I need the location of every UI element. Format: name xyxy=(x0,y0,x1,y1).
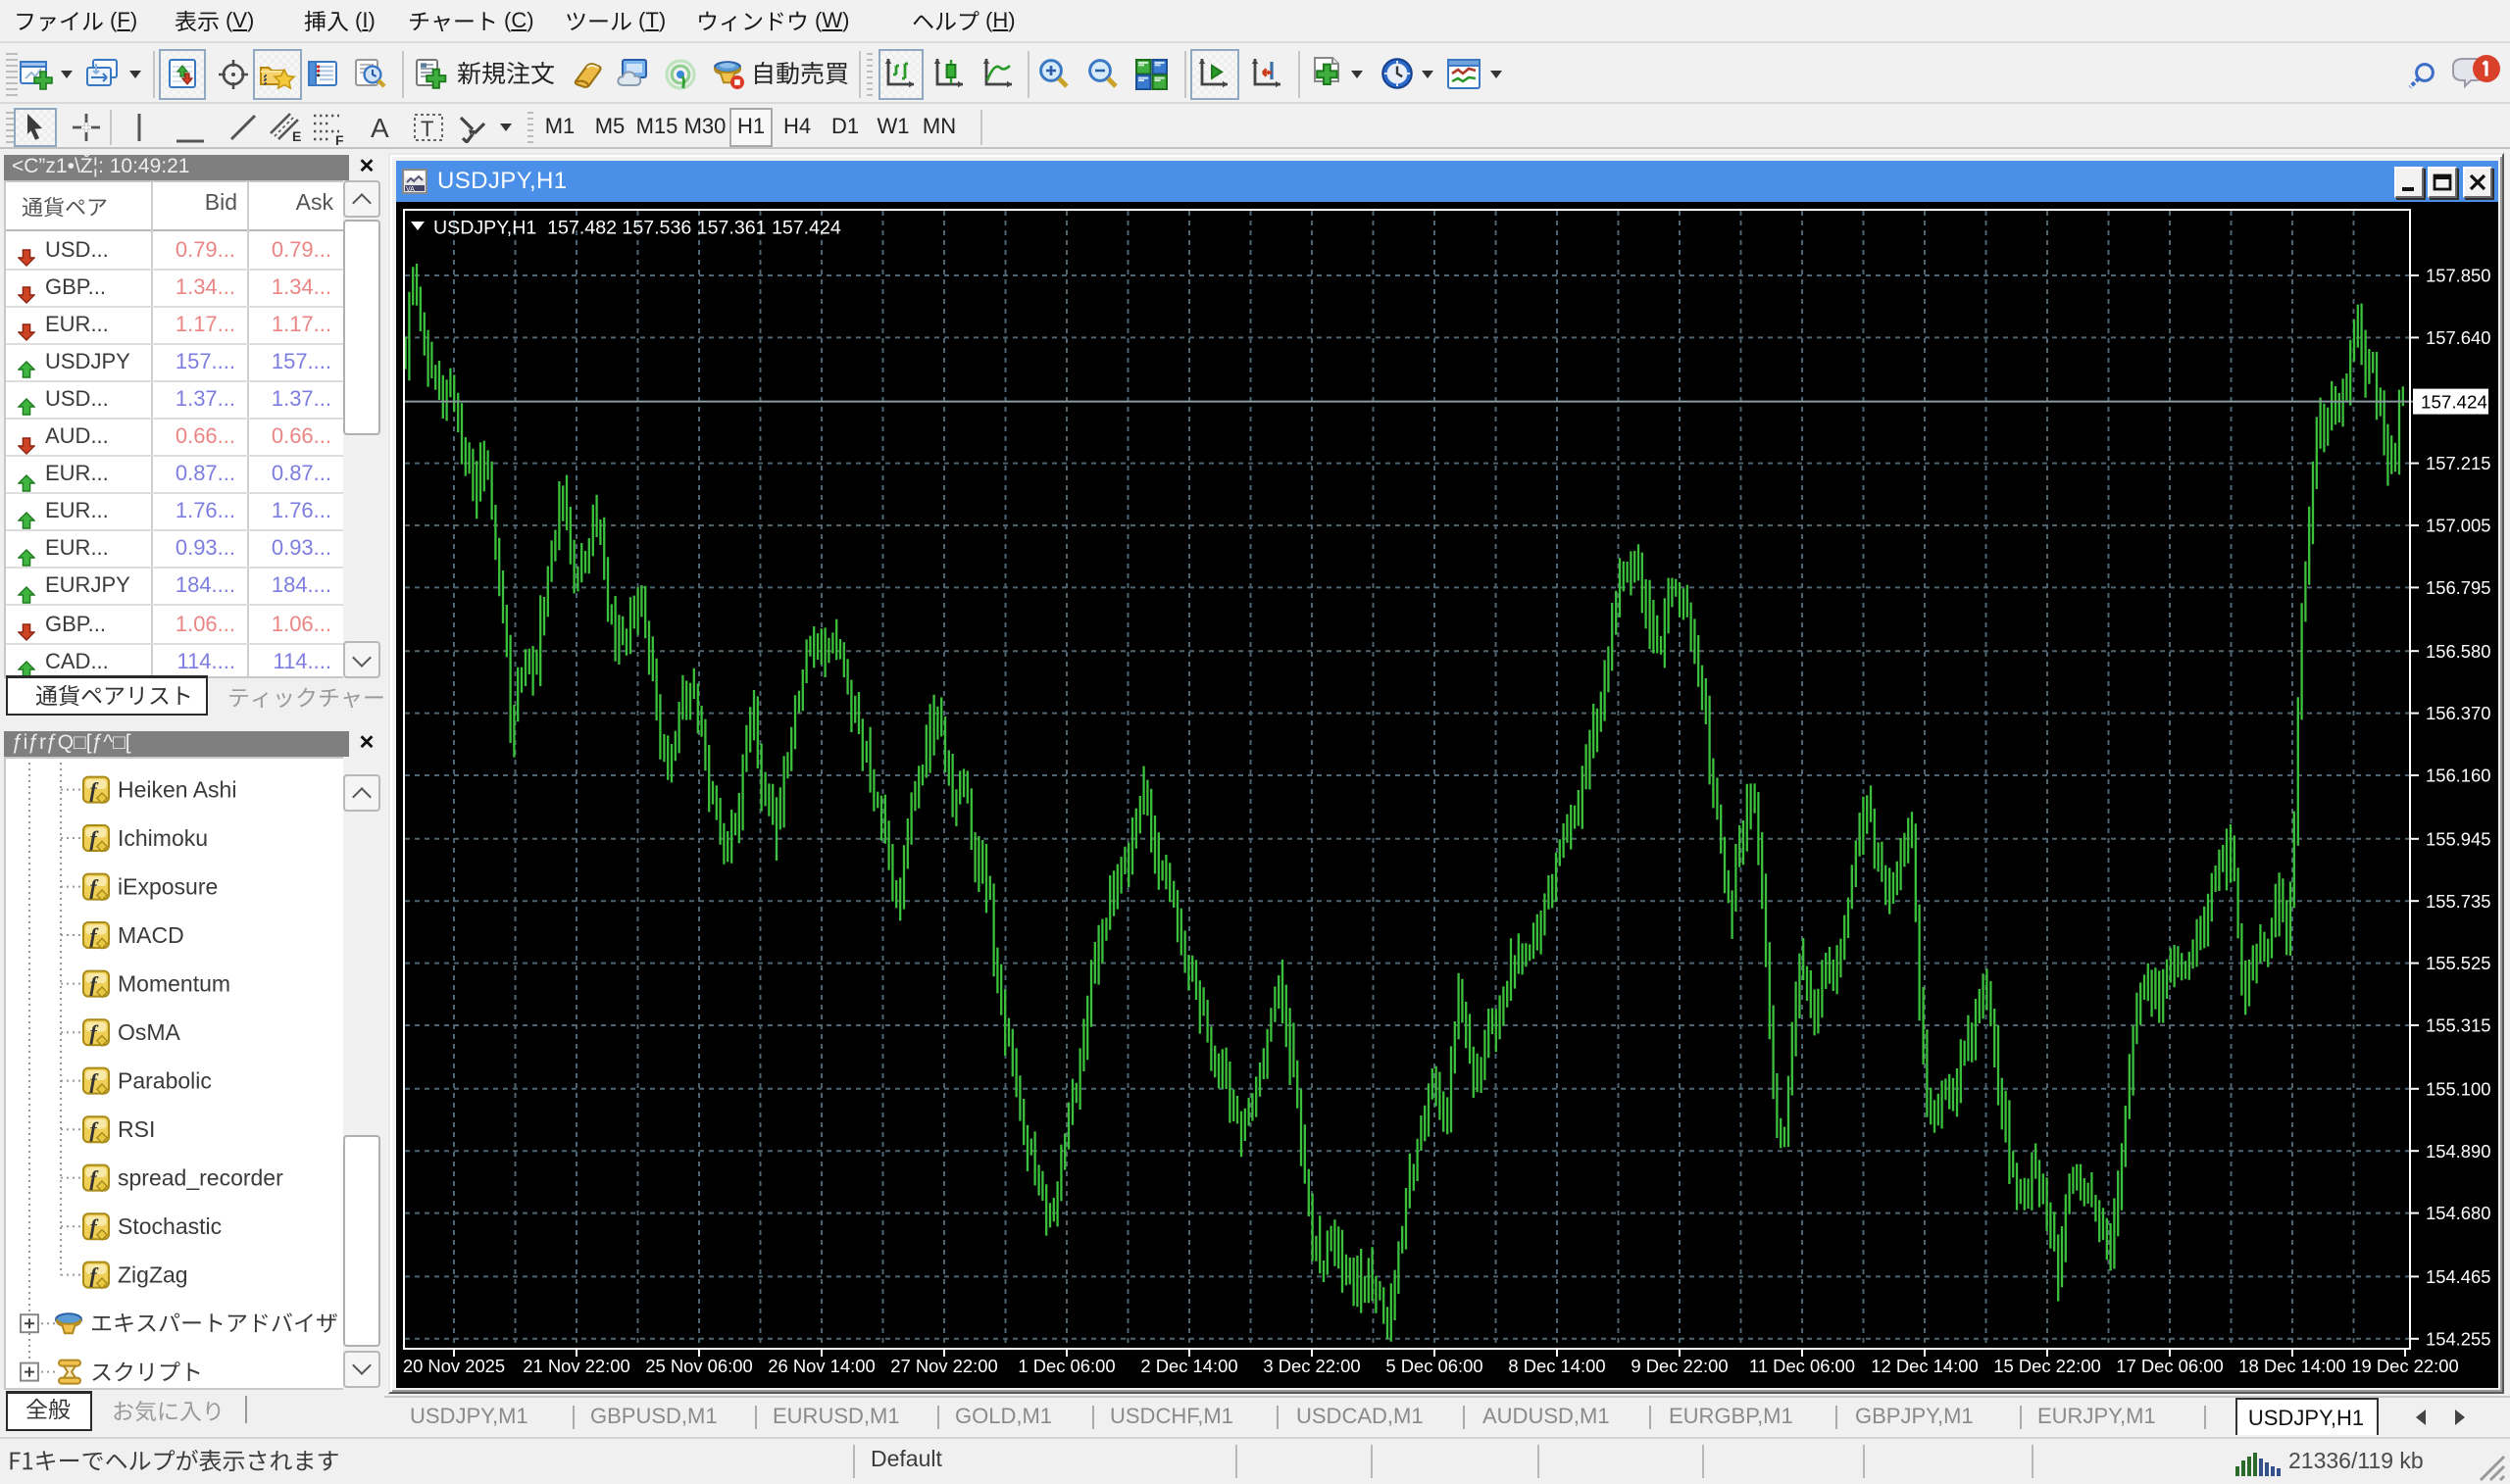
svg-text:USDJPY,H1 157.482 157.536 157: USDJPY,H1 157.482 157.536 157.361 157.42… xyxy=(432,217,840,238)
svg-text:OsMA: OsMA xyxy=(118,1019,181,1045)
svg-text:RSI: RSI xyxy=(118,1116,155,1142)
svg-text:11 Dec 06:00: 11 Dec 06:00 xyxy=(1748,1355,1854,1375)
svg-text:26 Nov 14:00: 26 Nov 14:00 xyxy=(767,1355,874,1375)
svg-text:155.100: 155.100 xyxy=(2425,1077,2489,1098)
svg-text:Momentum: Momentum xyxy=(118,971,230,997)
svg-text:VA: VA xyxy=(406,185,415,192)
svg-text:1 Dec 06:00: 1 Dec 06:00 xyxy=(1017,1355,1114,1375)
svg-text:18 Dec 14:00: 18 Dec 14:00 xyxy=(2237,1355,2344,1375)
svg-text:ZigZag: ZigZag xyxy=(118,1262,188,1288)
svg-text:157.640: 157.640 xyxy=(2425,326,2489,347)
svg-text:156.795: 156.795 xyxy=(2425,576,2489,597)
svg-text:E: E xyxy=(292,128,301,143)
svg-text:157.215: 157.215 xyxy=(2425,452,2489,472)
svg-text:154.255: 154.255 xyxy=(2425,1327,2489,1348)
svg-text:5 Dec 06:00: 5 Dec 06:00 xyxy=(1384,1355,1481,1375)
svg-text:T: T xyxy=(421,117,433,141)
svg-text:155.525: 155.525 xyxy=(2425,952,2489,972)
svg-text:A: A xyxy=(371,113,389,141)
svg-text:25 Nov 06:00: 25 Nov 06:00 xyxy=(644,1355,751,1375)
svg-text:155.945: 155.945 xyxy=(2425,827,2489,848)
svg-text:2 Dec 14:00: 2 Dec 14:00 xyxy=(1139,1355,1236,1375)
svg-text:154.465: 154.465 xyxy=(2425,1265,2489,1286)
svg-text:3 Dec 22:00: 3 Dec 22:00 xyxy=(1262,1355,1359,1375)
svg-text:27 Nov 22:00: 27 Nov 22:00 xyxy=(889,1355,996,1375)
svg-text:Stochastic: Stochastic xyxy=(118,1213,222,1239)
svg-text:156.580: 156.580 xyxy=(2425,640,2489,661)
svg-text:157.424: 157.424 xyxy=(2420,391,2486,412)
svg-text:157.005: 157.005 xyxy=(2425,515,2489,535)
svg-text:9 Dec 22:00: 9 Dec 22:00 xyxy=(1630,1355,1727,1375)
svg-text:15 Dec 22:00: 15 Dec 22:00 xyxy=(1992,1355,2099,1375)
svg-text:21 Nov 22:00: 21 Nov 22:00 xyxy=(522,1355,628,1375)
svg-text:156.370: 156.370 xyxy=(2425,702,2489,722)
svg-text:155.735: 155.735 xyxy=(2425,890,2489,911)
svg-text:20 Nov 2025: 20 Nov 2025 xyxy=(402,1355,504,1375)
svg-text:Parabolic: Parabolic xyxy=(118,1068,212,1094)
svg-text:12 Dec 14:00: 12 Dec 14:00 xyxy=(1870,1355,1977,1375)
svg-text:iExposure: iExposure xyxy=(118,874,218,900)
svg-text:F: F xyxy=(335,132,344,145)
svg-text:Ichimoku: Ichimoku xyxy=(118,825,208,851)
svg-text:19 Dec 22:00: 19 Dec 22:00 xyxy=(2350,1355,2457,1375)
svg-text:154.890: 154.890 xyxy=(2425,1140,2489,1161)
svg-text:spread_recorder: spread_recorder xyxy=(118,1165,283,1191)
svg-text:8 Dec 14:00: 8 Dec 14:00 xyxy=(1507,1355,1604,1375)
svg-text:157.850: 157.850 xyxy=(2425,265,2489,285)
svg-text:Heiken Ashi: Heiken Ashi xyxy=(118,777,236,803)
svg-text:MACD: MACD xyxy=(118,922,184,948)
svg-text:154.680: 154.680 xyxy=(2425,1202,2489,1222)
svg-text:156.160: 156.160 xyxy=(2425,765,2489,785)
svg-text:17 Dec 06:00: 17 Dec 06:00 xyxy=(2115,1355,2222,1375)
svg-text:155.315: 155.315 xyxy=(2425,1014,2489,1035)
